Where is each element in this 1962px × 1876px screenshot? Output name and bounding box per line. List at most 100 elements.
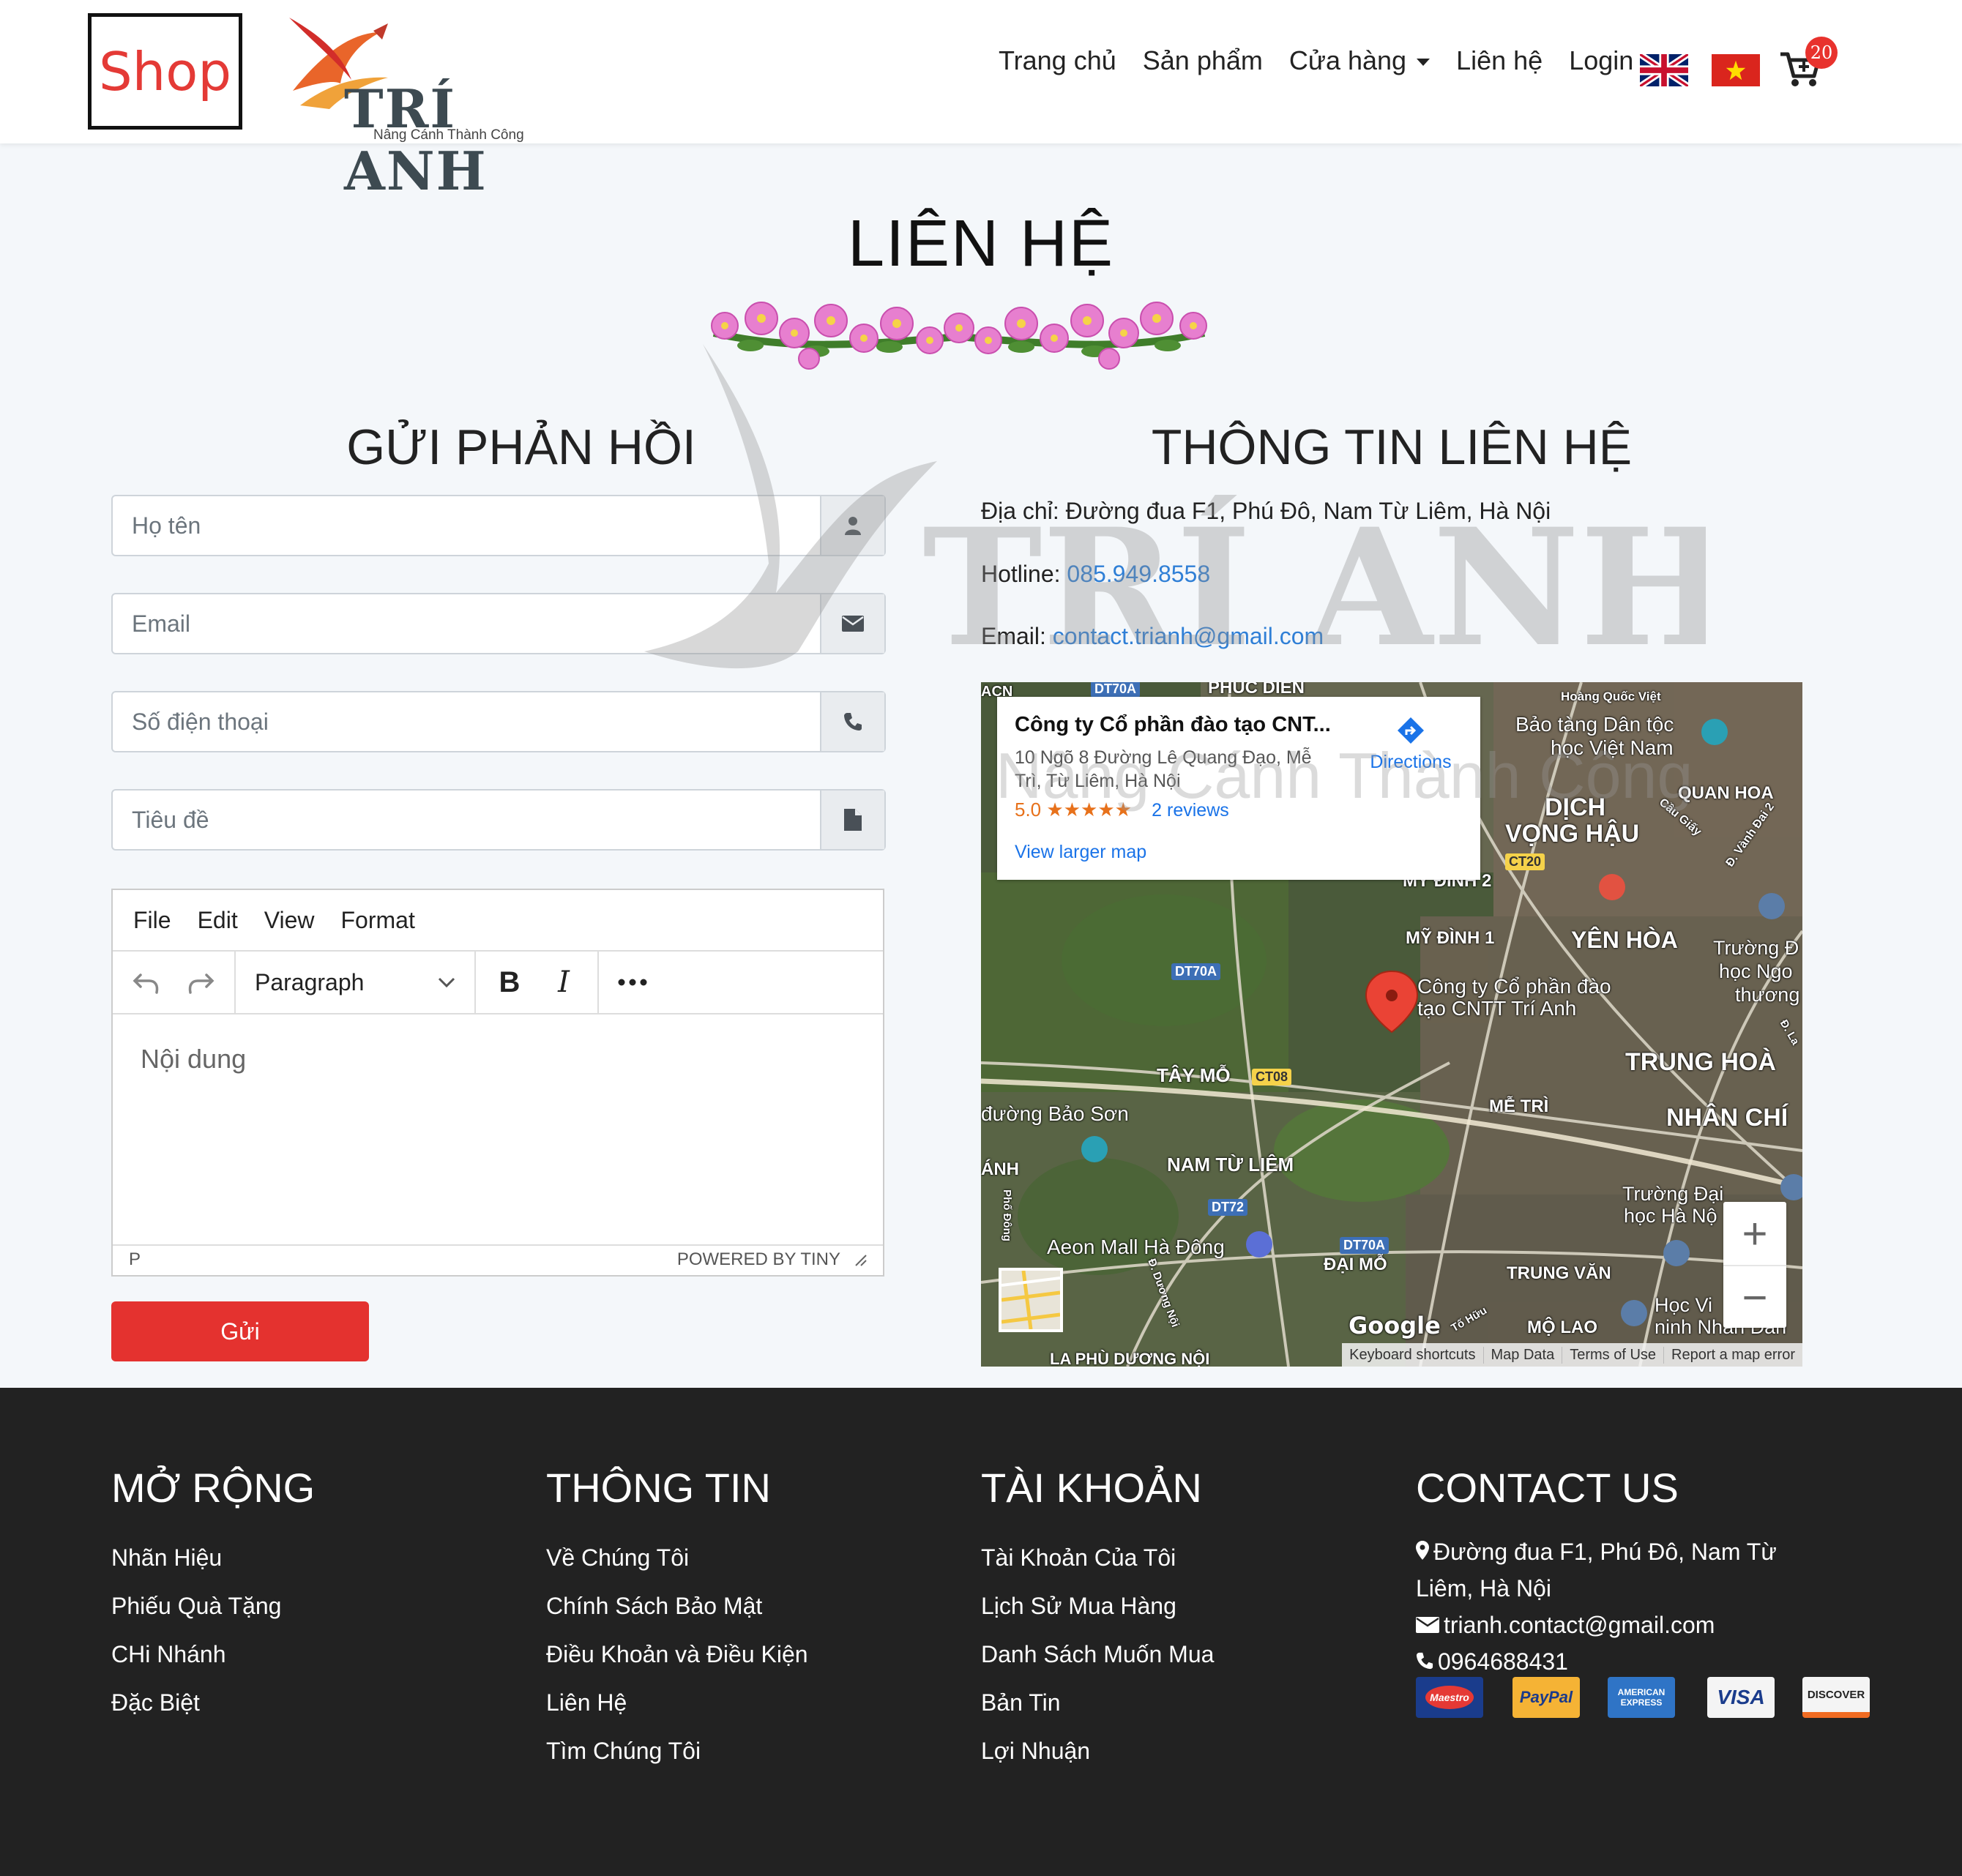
resize-handle-icon[interactable] xyxy=(854,1253,867,1266)
footer-col-contact: CONTACT US Đường đua F1, Phú Đô, Nam Từ … xyxy=(1416,1464,1777,1680)
email-link[interactable]: contact.trianh@gmail.com xyxy=(1053,623,1324,649)
road-tag-dt70a-top: DT70A xyxy=(1091,682,1141,698)
nav-stores-dropdown[interactable]: Cửa hàng xyxy=(1288,45,1431,76)
footer-link-find-us[interactable]: Tìm Chúng Tôi xyxy=(546,1727,808,1775)
nav-products[interactable]: Sản phẩm xyxy=(1143,45,1263,76)
element-path[interactable]: P xyxy=(129,1249,141,1270)
editor-content-area[interactable]: Nội dung xyxy=(113,1014,883,1244)
page-title: LIÊN HỆ xyxy=(847,207,1115,280)
map-label-tay-mo: TÂY MỖ xyxy=(1157,1064,1231,1086)
keyboard-shortcuts-link[interactable]: Keyboard shortcuts xyxy=(1342,1346,1484,1364)
subject-field[interactable]: Tiêu đề xyxy=(111,789,886,851)
footer-phone-value[interactable]: 0964688431 xyxy=(1438,1648,1568,1675)
directions-label: Directions xyxy=(1370,752,1452,772)
footer-col-title: THÔNG TIN xyxy=(546,1465,771,1511)
phone-icon xyxy=(820,692,884,751)
uk-flag-icon[interactable] xyxy=(1640,54,1688,86)
place-info-card: Công ty Cổ phần đào tạo CNT... 10 Ngõ 8 … xyxy=(997,697,1480,880)
view-larger-map-link[interactable]: View larger map xyxy=(1015,842,1146,863)
map-attribution: Keyboard shortcuts Map Data Terms of Use… xyxy=(1342,1343,1802,1367)
editor-menubar: File Edit View Format xyxy=(113,890,883,952)
footer-link-my-account[interactable]: Tài Khoản Của Tôi xyxy=(981,1533,1214,1582)
map-label-me-tri: MỄ TRÌ xyxy=(1489,1096,1549,1116)
menu-file[interactable]: File xyxy=(133,907,171,934)
site-footer: MỞ RỘNG Nhãn Hiệu Phiếu Quà Tặng CHi Nhá… xyxy=(0,1388,1962,1876)
terms-of-use-link[interactable]: Terms of Use xyxy=(1562,1346,1665,1364)
report-map-error-link[interactable]: Report a map error xyxy=(1664,1347,1802,1364)
map-data-link[interactable]: Map Data xyxy=(1484,1346,1563,1364)
content-placeholder: Nội dung xyxy=(141,1044,247,1074)
document-icon xyxy=(820,791,884,849)
nav-home[interactable]: Trang chủ xyxy=(999,45,1116,76)
hotline-line: Hotline: 085.949.8558 xyxy=(981,561,1210,588)
format-group: B I xyxy=(476,952,599,1013)
map-label-hoang-quoc-viet: Hoàng Quốc Việt xyxy=(1561,690,1661,703)
map-pin-label-2: tạo CNTT Trí Anh xyxy=(1417,997,1577,1020)
map-label-school-2: học Ngo xyxy=(1719,960,1793,982)
bold-icon[interactable]: B xyxy=(489,962,530,1003)
zoom-in-button[interactable]: + xyxy=(1723,1202,1786,1265)
nav-stores-label: Cửa hàng xyxy=(1288,45,1407,75)
block-format-group: Paragraph xyxy=(236,952,476,1013)
footer-col-extras: MỞ RỘNG Nhãn Hiệu Phiếu Quà Tặng CHi Nhá… xyxy=(111,1464,315,1727)
footer-email-value[interactable]: trianh.contact@gmail.com xyxy=(1444,1612,1715,1638)
email-placeholder: Email xyxy=(132,610,191,637)
directions-button[interactable]: Directions xyxy=(1363,714,1458,773)
footer-link-newsletter[interactable]: Bản Tin xyxy=(981,1678,1214,1727)
name-field[interactable]: Họ tên xyxy=(111,495,886,556)
road-tag-ct20: CT20 xyxy=(1505,853,1545,870)
map-label-university-1: Trường Đại xyxy=(1622,1183,1724,1205)
map-type-toggle[interactable] xyxy=(999,1268,1063,1332)
zoom-out-button[interactable]: − xyxy=(1723,1265,1786,1328)
map-label-trung-van: TRUNG VĂN xyxy=(1507,1263,1611,1283)
footer-link-privacy[interactable]: Chính Sách Bảo Mật xyxy=(546,1582,808,1630)
site-header: Shop TRÍ ANH Nâng Cánh Thành Công Trang … xyxy=(0,0,1962,202)
tri-anh-logo[interactable]: TRÍ ANH Nâng Cánh Thành Công xyxy=(271,10,578,202)
powered-by-tiny[interactable]: POWERED BY TINY xyxy=(677,1249,840,1270)
block-format-select[interactable]: Paragraph xyxy=(249,969,461,996)
footer-link-wishlist[interactable]: Danh Sách Muốn Mua xyxy=(981,1630,1214,1678)
footer-link-returns[interactable]: Lợi Nhuận xyxy=(981,1727,1214,1775)
email-field[interactable]: Email xyxy=(111,593,886,654)
map-label-trung-hoa: TRUNG HOÀ xyxy=(1625,1048,1776,1076)
map-label-school-3: thương xyxy=(1735,984,1800,1006)
map-marker-icon xyxy=(1416,1533,1429,1570)
shop-logo-box[interactable]: Shop xyxy=(88,13,242,130)
menu-edit[interactable]: Edit xyxy=(198,907,238,934)
hotline-link[interactable]: 085.949.8558 xyxy=(1067,561,1210,587)
reviews-link[interactable]: 2 reviews xyxy=(1152,800,1229,821)
italic-icon[interactable]: I xyxy=(543,962,584,1003)
email-label: Email: xyxy=(981,623,1046,649)
footer-email: trianh.contact@gmail.com xyxy=(1416,1607,1777,1643)
send-button[interactable]: Gửi xyxy=(111,1301,369,1361)
map-label-anh: ÁNH xyxy=(981,1159,1019,1179)
redo-icon[interactable] xyxy=(180,962,221,1003)
maestro-card-icon: Maestro xyxy=(1416,1677,1483,1718)
footer-link-specials[interactable]: Đặc Biệt xyxy=(111,1678,315,1727)
nav-login[interactable]: Login xyxy=(1569,45,1633,76)
google-logo: Google xyxy=(1349,1312,1441,1339)
footer-link-branches[interactable]: CHi Nhánh xyxy=(111,1630,315,1678)
footer-link-order-history[interactable]: Lịch Sử Mua Hàng xyxy=(981,1582,1214,1630)
footer-link-contact[interactable]: Liên Hệ xyxy=(546,1678,808,1727)
menu-format[interactable]: Format xyxy=(340,907,414,934)
vietnam-flag-icon[interactable] xyxy=(1712,54,1760,86)
logo-slogan: Nâng Cánh Thành Công xyxy=(373,127,524,143)
cart-count-badge: 20 xyxy=(1805,37,1838,69)
footer-link-brands[interactable]: Nhãn Hiệu xyxy=(111,1533,315,1582)
footer-col-account: TÀI KHOẢN Tài Khoản Của Tôi Lịch Sử Mua … xyxy=(981,1464,1214,1775)
amex-card-icon: AMERICAN EXPRESS xyxy=(1608,1677,1675,1718)
phone-field[interactable]: Số điện thoại xyxy=(111,691,886,752)
editor-toolbar: Paragraph B I xyxy=(113,952,883,1014)
google-map[interactable]: PHÚC DIỄN Hoàng Quốc Việt Bảo tàng Dân t… xyxy=(981,682,1802,1367)
undo-icon[interactable] xyxy=(126,962,167,1003)
nav-contact[interactable]: Liên hệ xyxy=(1456,45,1543,76)
footer-link-terms[interactable]: Điều Khoản và Điều Kiện xyxy=(546,1630,808,1678)
map-label-university-2: học Hà Nộ xyxy=(1624,1205,1717,1227)
more-icon[interactable] xyxy=(612,962,653,1003)
zoom-controls: + − xyxy=(1723,1202,1786,1328)
menu-view[interactable]: View xyxy=(264,907,315,934)
footer-link-gift-vouchers[interactable]: Phiếu Quà Tặng xyxy=(111,1582,315,1630)
footer-link-about[interactable]: Về Chúng Tôi xyxy=(546,1533,808,1582)
map-label-dai-mo: ĐẠI MỖ xyxy=(1324,1255,1387,1274)
